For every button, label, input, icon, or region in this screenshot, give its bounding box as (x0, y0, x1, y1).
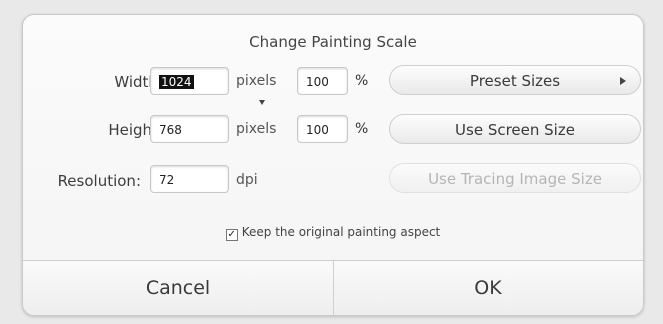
link-arrow-icon (259, 100, 265, 105)
height-percent-sign: % (355, 121, 369, 137)
keep-aspect-row[interactable]: ✓ Keep the original painting aspect (23, 225, 643, 241)
width-value: 1024 (159, 75, 194, 89)
width-input[interactable]: 1024 (150, 67, 229, 95)
change-painting-scale-dialog: Change Painting Scale Width: 1024 pixels… (22, 14, 644, 316)
width-percent-input[interactable]: 100 (297, 67, 348, 95)
keep-aspect-checkbox[interactable]: ✓ (225, 229, 238, 241)
submenu-arrow-icon (620, 77, 626, 85)
height-percent-input[interactable]: 100 (297, 115, 348, 143)
height-input[interactable]: 768 (150, 115, 229, 143)
dialog-footer: Cancel OK (23, 260, 643, 315)
cancel-button[interactable]: Cancel (23, 261, 333, 315)
height-unit: pixels (236, 121, 277, 137)
width-percent-sign: % (355, 73, 369, 89)
preset-sizes-label: Preset Sizes (469, 72, 561, 90)
height-label: Height: (108, 121, 163, 139)
ok-button[interactable]: OK (333, 261, 643, 315)
width-label: Width: (114, 73, 163, 91)
preset-sizes-button[interactable]: Preset Sizes (389, 65, 641, 95)
resolution-input[interactable]: 72 (150, 165, 229, 193)
use-tracing-image-size-button[interactable]: Use Tracing Image Size (389, 163, 641, 193)
width-unit: pixels (236, 73, 277, 89)
resolution-label: Resolution: (57, 172, 141, 190)
keep-aspect-label: Keep the original painting aspect (241, 225, 441, 239)
use-screen-size-button[interactable]: Use Screen Size (389, 114, 641, 144)
dialog-title: Change Painting Scale (249, 33, 417, 51)
resolution-unit: dpi (236, 172, 258, 188)
